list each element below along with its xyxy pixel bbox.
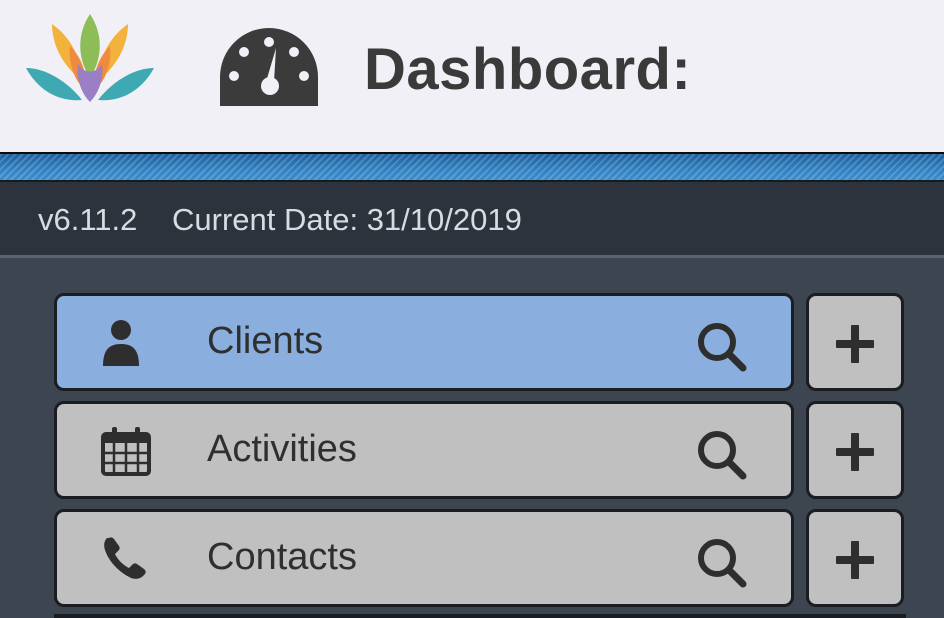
search-icon[interactable] bbox=[695, 320, 751, 372]
page-title: Dashboard: bbox=[364, 37, 692, 102]
activities-button[interactable]: Activities bbox=[54, 401, 794, 499]
menu-row-clients: Clients bbox=[54, 293, 906, 393]
user-icon bbox=[103, 320, 139, 366]
calendar-icon bbox=[101, 427, 151, 476]
clients-button[interactable]: Clients bbox=[54, 293, 794, 391]
activities-label: Activities bbox=[207, 428, 357, 470]
search-icon[interactable] bbox=[695, 428, 751, 480]
add-activity-button[interactable] bbox=[806, 401, 904, 499]
menu-row-contacts: Contacts bbox=[54, 509, 906, 609]
add-client-button[interactable] bbox=[806, 293, 904, 391]
phone-icon bbox=[104, 537, 146, 579]
version-label: v6.11.2 bbox=[38, 202, 138, 237]
current-date-label: Current Date: 31/10/2019 bbox=[172, 202, 522, 237]
status-bar: v6.11.2 Current Date: 31/10/2019 bbox=[0, 182, 944, 258]
app-header: Dashboard: bbox=[0, 0, 944, 152]
header-accent-stripe bbox=[0, 152, 944, 182]
dashboard-gauge-icon bbox=[220, 28, 318, 106]
search-icon[interactable] bbox=[695, 536, 751, 588]
add-contact-button[interactable] bbox=[806, 509, 904, 607]
contacts-button[interactable]: Contacts bbox=[54, 509, 794, 607]
plus-icon bbox=[836, 433, 874, 471]
plus-icon bbox=[836, 541, 874, 579]
clients-label: Clients bbox=[207, 320, 324, 362]
plus-icon bbox=[836, 325, 874, 363]
lotus-logo-icon[interactable] bbox=[22, 12, 158, 112]
next-menu-row-edge bbox=[54, 614, 906, 618]
menu-row-activities: Activities bbox=[54, 401, 906, 501]
contacts-label: Contacts bbox=[207, 536, 357, 578]
